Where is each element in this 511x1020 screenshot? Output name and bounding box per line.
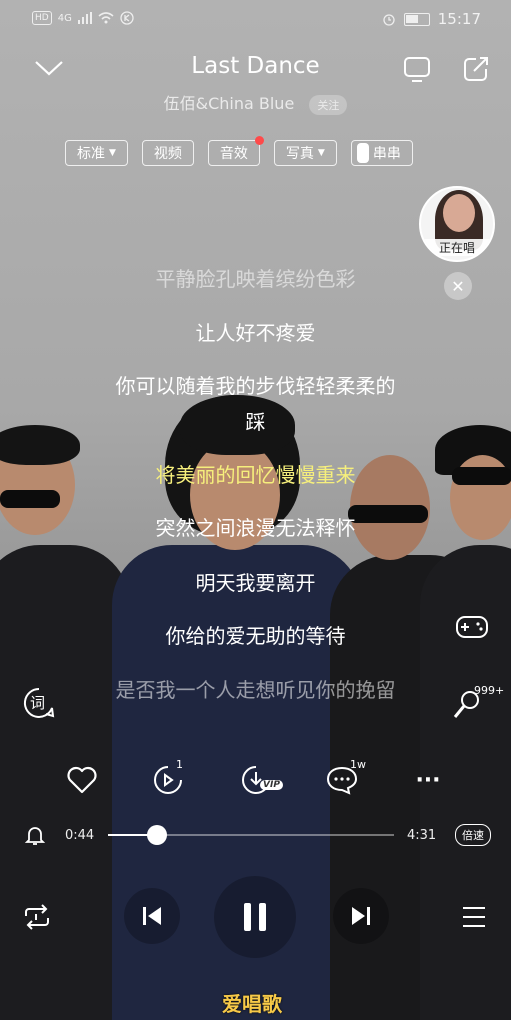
lyric-line: 踩 bbox=[245, 410, 266, 434]
next-icon bbox=[352, 907, 370, 925]
lyric-line: 你给的爱无助的等待 bbox=[165, 624, 346, 648]
network-type: 4G bbox=[57, 12, 72, 24]
seek-knob[interactable] bbox=[146, 825, 167, 845]
now-singing-label: 正在唱 bbox=[421, 239, 493, 256]
alarm-icon bbox=[383, 14, 395, 26]
caret-down-icon: ▼ bbox=[317, 148, 325, 158]
mic-count-badge: 999+ bbox=[474, 684, 505, 697]
gamepad-icon[interactable] bbox=[455, 612, 489, 646]
chip-label: 写真 bbox=[285, 146, 314, 162]
battery-icon bbox=[403, 12, 430, 26]
previous-button[interactable] bbox=[124, 888, 180, 944]
chip-label: 音效 bbox=[219, 146, 248, 162]
total-time: 4:31 bbox=[407, 828, 437, 843]
playback-controls bbox=[0, 876, 511, 958]
option-chips: 标准 ▼ 视频 音效 写真 ▼ 串串 bbox=[65, 136, 413, 166]
more-icon[interactable]: ··· bbox=[408, 760, 448, 800]
sound-effect-chip[interactable]: 音效 bbox=[207, 136, 264, 166]
bell-ringtone-icon[interactable] bbox=[24, 824, 46, 850]
watermark-logo: 爱唱歌 bbox=[222, 992, 282, 1016]
previous-icon bbox=[143, 907, 161, 925]
lyric-line: 平静脸孔映着缤纷色彩 bbox=[155, 267, 356, 291]
share-count: 1 bbox=[176, 758, 183, 771]
lyric-line: 明天我要离开 bbox=[195, 571, 316, 595]
follow-button[interactable]: 关注 bbox=[309, 94, 348, 115]
current-time: 0:44 bbox=[65, 828, 95, 843]
pause-button[interactable] bbox=[214, 876, 296, 958]
like-heart-icon[interactable] bbox=[62, 760, 102, 800]
clock: 15:17 bbox=[437, 10, 481, 28]
quality-chip[interactable]: 标准 ▼ bbox=[65, 140, 128, 166]
artist-row: 伍佰&China Blue 关注 bbox=[0, 90, 511, 115]
vip-badge: VIP bbox=[260, 780, 283, 790]
video-chip[interactable]: 视频 bbox=[141, 140, 194, 166]
action-row: 1 VIP 1w ··· bbox=[0, 758, 511, 800]
chuanchuan-toggle-chip[interactable]: 串串 bbox=[350, 140, 413, 166]
lyric-mode-icon[interactable]: 词 bbox=[22, 686, 56, 724]
progress-bar: 0:44 4:31 倍速 bbox=[0, 818, 511, 852]
seek-track[interactable] bbox=[108, 825, 394, 845]
lyric-line: 突然之间浪漫无法释怀 bbox=[155, 516, 356, 540]
caret-down-icon: ▼ bbox=[109, 148, 116, 158]
signal-icon bbox=[77, 12, 92, 24]
screen-cast-icon[interactable] bbox=[402, 54, 432, 84]
share-icon[interactable] bbox=[461, 54, 491, 84]
toggle-knob bbox=[356, 143, 369, 163]
song-title: Last Dance bbox=[191, 53, 320, 79]
comment-count: 1w bbox=[350, 758, 366, 771]
lyric-line: 你可以随着我的步伐轻轻柔柔的 bbox=[115, 374, 396, 398]
hd-indicator: HD bbox=[32, 11, 52, 25]
k-badge-icon bbox=[120, 11, 134, 25]
next-button[interactable] bbox=[333, 888, 389, 944]
lyric-line: 是否我一个人走想听见你的挽留 bbox=[115, 678, 396, 702]
current-lyric-line: 将美丽的回忆慢慢重来 bbox=[155, 463, 356, 487]
playlist-icon[interactable] bbox=[461, 906, 487, 932]
status-bar: HD 4G 15:17 bbox=[0, 0, 511, 40]
play-video-share-icon[interactable]: 1 bbox=[148, 758, 188, 800]
chip-label: 标准 bbox=[77, 146, 105, 162]
chip-label: 视频 bbox=[153, 146, 182, 162]
lyric-line: 让人好不疼爱 bbox=[195, 321, 316, 345]
lyric-mode-label: 词 bbox=[30, 694, 46, 712]
now-singing-avatar[interactable]: 正在唱 bbox=[419, 186, 495, 262]
speed-button[interactable]: 倍速 bbox=[455, 824, 491, 846]
artist-name[interactable]: 伍佰&China Blue bbox=[164, 94, 295, 113]
comment-icon[interactable]: 1w bbox=[322, 758, 366, 800]
photo-chip[interactable]: 写真 ▼ bbox=[273, 140, 337, 166]
wifi-icon bbox=[98, 12, 114, 24]
pause-icon bbox=[244, 903, 266, 931]
new-dot-badge bbox=[254, 136, 264, 145]
download-icon[interactable]: VIP bbox=[236, 760, 283, 800]
mic-comment-icon[interactable]: 999+ bbox=[452, 684, 504, 726]
repeat-mode-icon[interactable] bbox=[22, 904, 52, 934]
chip-label: 串串 bbox=[372, 146, 401, 162]
